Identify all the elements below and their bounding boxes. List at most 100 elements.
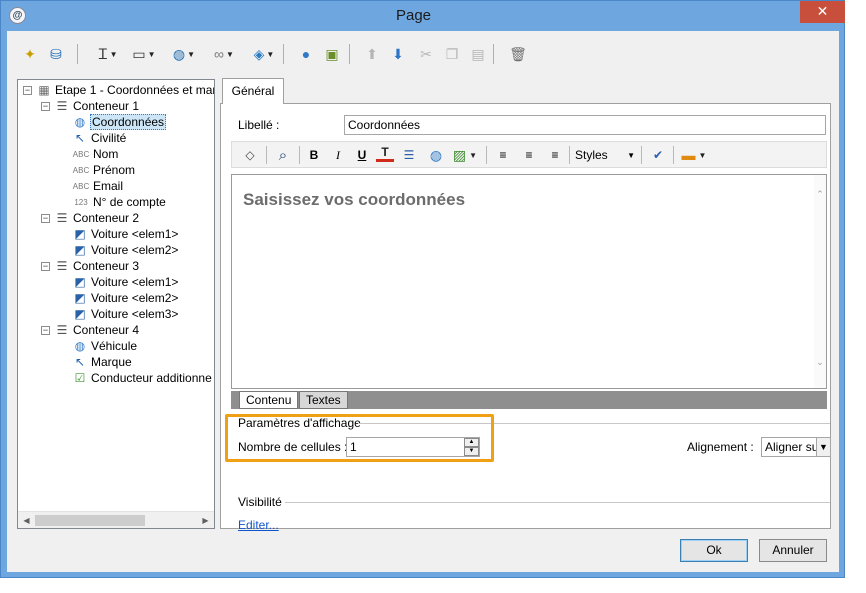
tree-item[interactable]: − ▦ Etape 1 - Coordonnées et mar — [23, 82, 214, 98]
tree-item[interactable]: ◩ Voiture <elem2> — [72, 290, 179, 306]
tree-item-label: Voiture <elem1> — [91, 227, 179, 241]
chevron-down-icon[interactable]: ▼ — [148, 50, 156, 59]
tree-horizontal-scrollbar[interactable]: ◀ ▶ — [18, 511, 214, 528]
chevron-down-icon[interactable]: ▼ — [226, 50, 234, 59]
stack-icon-glyph: ◈ — [253, 45, 265, 62]
tree-item[interactable]: ◩ Voiture <elem3> — [72, 306, 179, 322]
stack-icon[interactable]: ◈ ▼ — [249, 43, 279, 65]
cell-count-stepper[interactable]: 1 ▲ ▼ — [346, 437, 480, 457]
tree-item[interactable]: − ☰ Conteneur 2 — [41, 210, 140, 226]
paste-icon[interactable]: ▤ — [467, 43, 489, 65]
globe-icon[interactable]: ◍ ▼ — [169, 43, 199, 65]
tree-item[interactable]: − ☰ Conteneur 3 — [41, 258, 140, 274]
align-right-icon[interactable]: ≡ — [546, 145, 564, 165]
close-button[interactable]: ✕ — [800, 1, 845, 23]
spellcheck-icon[interactable]: ✔ — [648, 145, 668, 165]
tree-item[interactable]: − ☰ Conteneur 1 — [41, 98, 140, 114]
tree-item[interactable]: ABC Prénom — [72, 162, 136, 178]
italic-button[interactable]: I — [329, 145, 347, 165]
editor-content[interactable]: Saisissez vos coordonnées — [243, 190, 465, 210]
chevron-down-icon[interactable]: ▼ — [266, 50, 274, 59]
tree-item[interactable]: ◍ Coordonnées — [72, 114, 167, 130]
image-icon: ◩ — [74, 227, 86, 241]
collapse-icon[interactable]: − — [41, 101, 50, 111]
text-cursor-icon[interactable]: Ꮖ ▼ — [93, 43, 123, 65]
collapse-icon[interactable]: − — [41, 213, 50, 223]
stepper-down-icon[interactable]: ▼ — [464, 447, 479, 456]
scroll-up-icon[interactable]: ⌃ — [815, 189, 825, 200]
tree-item[interactable]: ◩ Voiture <elem1> — [72, 274, 179, 290]
tree-item-label: Conteneur 1 — [73, 99, 140, 113]
collapse-icon[interactable]: − — [41, 261, 50, 271]
tree-item[interactable]: − ☰ Conteneur 4 — [41, 322, 140, 338]
tree-item[interactable]: ↖ Marque — [72, 354, 133, 370]
add-component-icon[interactable]: ▣ — [321, 43, 343, 65]
tree-item[interactable]: 123 N° de compte — [72, 194, 167, 210]
tree-item[interactable]: ◩ Voiture <elem2> — [72, 242, 179, 258]
image-icon: ◩ — [74, 291, 86, 305]
section-divider — [285, 502, 830, 503]
align-left-icon[interactable]: ≡ — [494, 145, 512, 165]
html-editor[interactable]: Saisissez vos coordonnées ⌃ ⌄ — [231, 174, 827, 389]
delete-icon[interactable]: 🗑 — [507, 43, 529, 65]
scroll-down-icon[interactable]: ⌄ — [815, 357, 825, 368]
tab-textes[interactable]: Textes — [299, 391, 348, 409]
tree-item[interactable]: ABC Email — [72, 178, 124, 194]
user-icon[interactable]: ● — [295, 43, 317, 65]
scroll-right-icon[interactable]: ▶ — [198, 514, 213, 527]
collapse-icon[interactable]: − — [23, 85, 32, 95]
source-view-icon[interactable]: ◇ — [240, 145, 260, 165]
align-center-icon[interactable]: ≡ — [520, 145, 538, 165]
text-color-icon[interactable]: T — [376, 145, 394, 162]
tab-contenu[interactable]: Contenu — [239, 391, 299, 409]
cut-icon[interactable]: ✂ — [415, 43, 437, 65]
link-icon[interactable]: ∞ ▼ — [209, 43, 239, 65]
libelle-input[interactable] — [344, 115, 826, 135]
find-icon[interactable]: ⌕ — [272, 145, 294, 165]
tab-general[interactable]: Général — [222, 78, 284, 104]
scroll-left-icon[interactable]: ◀ — [19, 514, 34, 527]
insert-link-icon[interactable]: ◍ — [426, 145, 446, 165]
stepper-up-icon[interactable]: ▲ — [464, 438, 479, 447]
bold-button[interactable]: B — [305, 145, 323, 165]
move-up-icon[interactable]: ⬆ — [361, 43, 383, 65]
copy-icon[interactable]: ❐ — [441, 43, 463, 65]
editor-toolbar: ◇ ⌕ B I U T ☰ ◍ ▨ ▼ ≡ ≡ ≡ Styles ▼ ✔ ▬ ▼ — [231, 141, 827, 168]
tree-item-label: Coordonnées — [90, 114, 167, 130]
move-down-icon[interactable]: ⬇ — [387, 43, 409, 65]
cursor-icon: ↖ — [74, 355, 86, 369]
chevron-down-icon[interactable]: ▼ — [816, 438, 830, 456]
tree-item-label: Voiture <elem3> — [91, 307, 179, 321]
ok-button[interactable]: Ok — [680, 539, 748, 562]
tree-item-label: Conteneur 3 — [73, 259, 140, 273]
chevron-down-icon[interactable]: ▼ — [110, 50, 118, 59]
editor-vertical-scrollbar[interactable]: ⌃ ⌄ — [814, 175, 826, 388]
tree-item-label: Conducteur additionne — [91, 371, 212, 385]
tree-item[interactable]: ☑ Conducteur additionne — [72, 370, 213, 386]
edit-visibility-link[interactable]: Editer... — [238, 518, 279, 532]
checkbox-icon: ☑ — [74, 371, 86, 385]
insert-image-icon[interactable]: ▨ ▼ — [451, 145, 479, 165]
tree-item[interactable]: ◩ Voiture <elem1> — [72, 226, 179, 242]
magic-wand-icon[interactable]: ✦ — [19, 43, 41, 65]
tree-item-label: Prénom — [93, 163, 136, 177]
title-bar[interactable]: @ Page ✕ — [1, 1, 846, 31]
underline-button[interactable]: U — [353, 145, 371, 165]
structure-tree[interactable]: − ▦ Etape 1 - Coordonnées et mar − ☰ Conteneu… — [17, 79, 215, 529]
container-icon: ☰ — [56, 211, 68, 225]
styles-dropdown[interactable]: Styles ▼ — [575, 145, 635, 165]
database-refresh-icon[interactable]: ⛁ — [45, 43, 67, 65]
insert-field-icon[interactable]: ▬ ▼ — [679, 145, 709, 165]
text-field-icon: ABC — [72, 149, 90, 159]
tree-item[interactable]: ABC Nom — [72, 146, 119, 162]
tree-item[interactable]: ↖ Civilité — [72, 130, 127, 146]
scroll-thumb[interactable] — [35, 515, 145, 526]
chevron-down-icon[interactable]: ▼ — [187, 50, 195, 59]
alignment-select[interactable]: Aligner su ▼ — [761, 437, 831, 457]
tree-item[interactable]: ◍ Véhicule — [72, 338, 138, 354]
collapse-icon[interactable]: − — [41, 325, 50, 335]
cancel-button[interactable]: Annuler — [759, 539, 827, 562]
select-action-icon[interactable]: ▭ ▼ — [129, 43, 159, 65]
bullet-list-icon[interactable]: ☰ — [400, 145, 418, 165]
add-component-icon-glyph: ▣ — [325, 45, 339, 62]
